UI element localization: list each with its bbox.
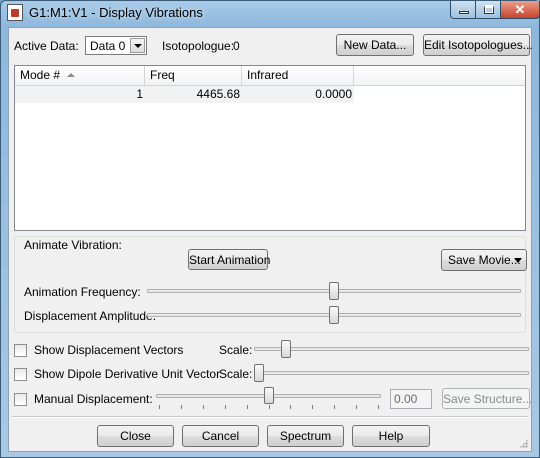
slider-tick	[202, 405, 204, 409]
dipole-scale-label: Scale:	[219, 367, 253, 381]
animation-frequency-slider[interactable]	[329, 282, 339, 300]
show-displacement-vectors-checkbox[interactable]	[14, 344, 27, 357]
show-dipole-derivative-checkbox[interactable]	[14, 368, 27, 381]
slider-tick	[224, 405, 226, 409]
cancel-button[interactable]: Cancel	[182, 425, 259, 447]
manual-displacement-slider[interactable]	[263, 387, 274, 404]
resize-grip[interactable]	[519, 439, 528, 448]
active-data-label: Active Data:	[14, 39, 79, 53]
dialog-body: Active Data: Data 0 Isotopologue: 0 New …	[8, 27, 533, 452]
save-movie-label: Save Movie...	[448, 253, 521, 267]
new-data-button[interactable]: New Data...	[336, 34, 414, 56]
column-header-label: Mode #	[20, 68, 61, 82]
help-button[interactable]: Help	[352, 425, 430, 447]
title-bar[interactable]: G1:M1:V1 - Display Vibrations ✕	[1, 1, 540, 25]
start-animation-button[interactable]: Start Animation	[188, 249, 270, 270]
divider	[12, 416, 528, 418]
displacement-amplitude-label: Displacement Amplitude:	[24, 309, 157, 323]
maximize-button[interactable]	[475, 1, 501, 19]
modes-table[interactable]: Mode # Freq Infrared 1 4465.68 0.0000	[14, 65, 526, 231]
app-icon[interactable]	[7, 4, 23, 21]
close-button[interactable]: Close	[97, 425, 174, 447]
chevron-down-icon[interactable]	[130, 38, 145, 53]
column-header-freq[interactable]: Freq	[145, 66, 242, 85]
dropdown-arrow-icon	[514, 258, 522, 263]
animate-vibration-group: Animate Vibration: Start Animation Save …	[14, 236, 527, 333]
window-title: G1:M1:V1 - Display Vibrations	[29, 5, 203, 20]
cell-mode: 1	[136, 87, 143, 101]
vectors-scale-label: Scale:	[219, 343, 253, 357]
manual-displacement-label: Manual Displacement:	[34, 392, 153, 406]
vectors-scale-slider[interactable]	[280, 340, 291, 358]
slider-tick	[290, 405, 292, 409]
isotopologue-value: 0	[233, 39, 240, 53]
display-vibrations-window: G1:M1:V1 - Display Vibrations ✕ Active D…	[0, 0, 540, 458]
show-displacement-vectors-label: Show Displacement Vectors	[34, 343, 184, 357]
slider-tick	[159, 405, 160, 409]
edit-isotopologues-button[interactable]: Edit Isotopologues...	[423, 34, 533, 56]
cell-freq: 4465.68	[196, 87, 240, 101]
table-header: Mode # Freq Infrared	[15, 66, 525, 86]
cell-infrared: 0.0000	[315, 87, 352, 101]
active-data-select[interactable]: Data 0	[85, 36, 147, 55]
dipole-scale-track[interactable]	[254, 371, 529, 375]
spectrum-button[interactable]: Spectrum	[267, 425, 344, 447]
table-row[interactable]: 1 4465.68 0.0000	[15, 86, 354, 103]
active-data-value: Data 0	[90, 39, 126, 53]
dipole-scale-slider[interactable]	[254, 364, 264, 382]
slider-tick	[356, 405, 358, 409]
slider-tick	[334, 405, 336, 409]
slider-tick	[180, 405, 182, 409]
slider-tick	[246, 405, 248, 409]
slider-tick	[268, 405, 270, 409]
save-structure-button[interactable]: Save Structure...	[442, 388, 532, 409]
save-movie-button[interactable]: Save Movie...	[441, 249, 527, 271]
column-header-mode[interactable]: Mode #	[15, 66, 145, 85]
close-window-button[interactable]: ✕	[500, 1, 540, 19]
slider-tick	[312, 405, 314, 409]
minimize-button[interactable]	[450, 1, 476, 19]
manual-displacement-value-field[interactable]: 0.00	[390, 389, 432, 409]
sort-ascending-icon	[67, 73, 75, 77]
vectors-scale-track[interactable]	[254, 347, 529, 351]
close-icon: ✕	[514, 2, 526, 17]
displacement-amplitude-slider[interactable]	[329, 306, 339, 324]
column-header-infrared[interactable]: Infrared	[242, 66, 354, 85]
manual-displacement-checkbox[interactable]	[14, 393, 27, 406]
isotopologue-label: Isotopologue:	[162, 39, 235, 53]
show-dipole-derivative-label: Show Dipole Derivative Unit Vector	[34, 367, 221, 381]
animation-frequency-label: Animation Frequency:	[24, 285, 141, 299]
slider-tick	[378, 405, 379, 409]
animate-vibration-label: Animate Vibration:	[24, 238, 122, 252]
